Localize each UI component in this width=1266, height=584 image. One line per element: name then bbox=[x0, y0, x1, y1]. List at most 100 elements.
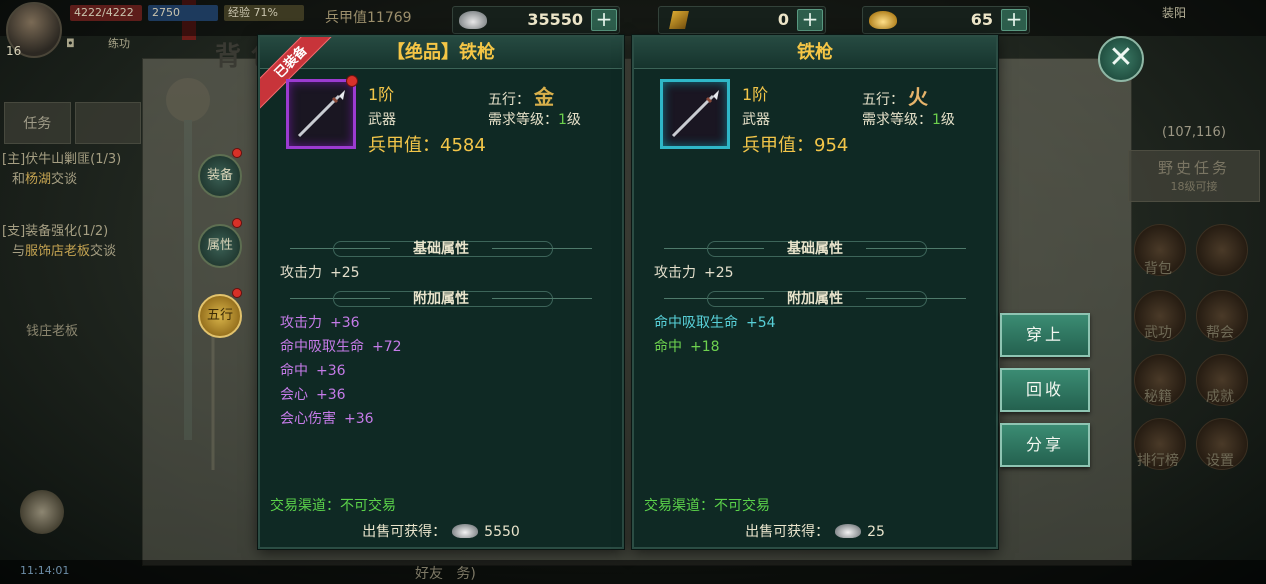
extra-attr-title: 附加属性 bbox=[260, 287, 622, 311]
extra-attr-title: 附加属性 bbox=[634, 287, 996, 311]
add-silver-button[interactable]: + bbox=[591, 9, 617, 31]
silver-coin-icon bbox=[452, 524, 479, 538]
item-requirement: 需求等级：1级 bbox=[488, 112, 581, 128]
gold-ingot-icon bbox=[869, 11, 897, 29]
item-tier: 1阶 bbox=[742, 85, 769, 104]
wild-task-subtitle: 18级可接 bbox=[1170, 180, 1218, 193]
left-tabs: 任务 bbox=[0, 102, 145, 144]
trade-channel: 交易渠道：不可交易 bbox=[270, 498, 396, 514]
extra-attr: 命中 +36 bbox=[280, 363, 346, 379]
task-desc: 和杨湖交谈 bbox=[12, 172, 78, 187]
tab-attributes[interactable]: 属性 bbox=[198, 224, 242, 268]
extra-attr: 命中 +18 bbox=[654, 339, 720, 355]
equip-button[interactable]: 穿上 bbox=[1000, 313, 1090, 357]
game-screen: 16 4222/4222 2750 经验 71% 兵甲值11769 ◘ 练功 3… bbox=[0, 0, 1266, 584]
silver-coin-icon bbox=[835, 524, 862, 538]
item-title: 铁枪 bbox=[634, 37, 996, 69]
bottom-bar bbox=[0, 560, 1266, 584]
recycle-button[interactable]: 回收 bbox=[1000, 368, 1090, 412]
menu-guild-label: 帮会 bbox=[1206, 325, 1234, 341]
item-type: 武器 bbox=[368, 112, 396, 128]
sell-price: 出售可获得： 5550 bbox=[362, 524, 520, 540]
notice-dot bbox=[232, 218, 242, 228]
menu-ranking-label: 排行榜 bbox=[1137, 453, 1179, 469]
item-tier: 1阶 bbox=[368, 85, 395, 104]
map-coordinates: (107,116) bbox=[1162, 125, 1226, 140]
wild-task-title: 野史任务 bbox=[1157, 159, 1230, 177]
gold-currency: 65 + bbox=[862, 6, 1030, 34]
silver-ingot-icon bbox=[459, 11, 487, 29]
meditate-icon[interactable] bbox=[20, 490, 64, 534]
menu-settings-label: 设置 bbox=[1206, 453, 1234, 469]
task-title: [主]伏牛山剿匪(1/3) bbox=[2, 152, 122, 167]
item-type: 武器 bbox=[742, 112, 770, 128]
item-slot[interactable] bbox=[286, 79, 356, 149]
base-attr: 攻击力 +25 bbox=[280, 265, 360, 281]
hp-bar: 4222/4222 bbox=[70, 5, 142, 21]
total-power: 兵甲值11769 bbox=[325, 10, 412, 26]
camera-icon[interactable]: ◘ bbox=[66, 35, 75, 53]
item-wuxing: 五行：火 bbox=[862, 85, 928, 109]
extra-attr: 会心 +36 bbox=[280, 387, 346, 403]
task-desc: 与服饰店老板交谈 bbox=[12, 244, 117, 259]
item-slot[interactable] bbox=[660, 79, 730, 149]
base-attr: 攻击力 +25 bbox=[654, 265, 734, 281]
add-gold-button[interactable]: + bbox=[1001, 9, 1027, 31]
menu-book-label: 秘籍 bbox=[1144, 389, 1172, 405]
notice-dot bbox=[232, 148, 242, 158]
task-main[interactable]: [主]伏牛山剿匪(1/3) 和杨湖交谈 bbox=[2, 150, 121, 190]
npc-name[interactable]: 钱庄老板 bbox=[26, 320, 78, 339]
add-ticket-button[interactable]: + bbox=[797, 9, 823, 31]
item-power: 兵甲值：4584 bbox=[368, 135, 486, 156]
item-wuxing: 五行：金 bbox=[488, 85, 554, 109]
grid-icon[interactable] bbox=[1196, 224, 1248, 276]
menu-achievement-label: 成就 bbox=[1206, 389, 1234, 405]
trade-channel: 交易渠道：不可交易 bbox=[644, 498, 770, 514]
task-side[interactable]: [支]装备强化(1/2) 与服饰店老板交谈 bbox=[2, 222, 116, 262]
tab-team[interactable] bbox=[74, 102, 141, 144]
sell-price: 出售可获得： 25 bbox=[745, 524, 885, 540]
spear-icon bbox=[671, 90, 719, 138]
extra-attr: 命中吸取生命 +54 bbox=[654, 315, 776, 331]
exp-bar: 经验 71% bbox=[224, 5, 304, 21]
bottom-tabs: 好友 务) bbox=[415, 563, 476, 583]
tab-wuxing[interactable]: 五行 bbox=[198, 294, 242, 338]
menu-martial-label: 武功 bbox=[1144, 325, 1172, 341]
compare-item-card: 铁枪 1阶 五行：火 武器 需求等级：1级 兵甲值：954 基础属性 攻击力 +2… bbox=[632, 35, 998, 549]
notice-dot bbox=[232, 288, 242, 298]
tab-equipment[interactable]: 装备 bbox=[198, 154, 242, 198]
player-level: 16 bbox=[6, 44, 22, 58]
base-attr-title: 基础属性 bbox=[634, 237, 996, 261]
ticket-amount: 0 bbox=[777, 10, 789, 29]
mp-bar: 2750 bbox=[148, 5, 218, 21]
clock: 11:14:01 bbox=[20, 564, 70, 577]
friends-tab[interactable]: 好友 bbox=[415, 566, 443, 582]
share-button[interactable]: 分享 bbox=[1000, 423, 1090, 467]
close-icon: ✕ bbox=[1108, 40, 1134, 75]
metal-element-icon: 金 bbox=[534, 85, 554, 109]
extra-attr: 命中吸取生命 +72 bbox=[280, 339, 402, 355]
tab-tasks[interactable]: 任务 bbox=[4, 102, 71, 144]
auto-practice-button[interactable]: 练功 bbox=[108, 35, 130, 53]
base-attr-title: 基础属性 bbox=[260, 237, 622, 261]
wild-task-panel[interactable]: 野史任务 18级可接 bbox=[1128, 150, 1260, 202]
extra-attr: 会心伤害 +36 bbox=[280, 411, 374, 427]
fire-element-icon: 火 bbox=[908, 85, 928, 109]
close-button[interactable]: ✕ bbox=[1098, 36, 1144, 82]
item-info: 1阶 五行：火 武器 需求等级：1级 兵甲值：954 bbox=[634, 69, 996, 199]
item-power: 兵甲值：954 bbox=[742, 135, 849, 156]
item-info: 1阶 五行：金 武器 需求等级：1级 兵甲值：4584 bbox=[260, 69, 622, 199]
server-label: 装阳 bbox=[1161, 6, 1186, 20]
ticket-currency: 0 + bbox=[658, 6, 826, 34]
item-requirement: 需求等级：1级 bbox=[862, 112, 955, 128]
extra-attr: 攻击力 +36 bbox=[280, 315, 360, 331]
task-title: [支]装备强化(1/2) bbox=[2, 224, 109, 239]
silver-amount: 35550 bbox=[527, 10, 583, 29]
spear-icon bbox=[297, 90, 345, 138]
gold-amount: 65 bbox=[970, 10, 993, 29]
ticket-icon bbox=[669, 11, 689, 29]
menu-backpack-label: 背包 bbox=[1144, 261, 1172, 277]
silver-currency: 35550 + bbox=[452, 6, 620, 34]
equipped-item-card: 【绝品】铁枪 已装备 1阶 五行：金 武器 需求等级：1级 兵甲值：4584 基… bbox=[258, 35, 624, 549]
tasks-tab[interactable]: 务) bbox=[456, 566, 475, 582]
